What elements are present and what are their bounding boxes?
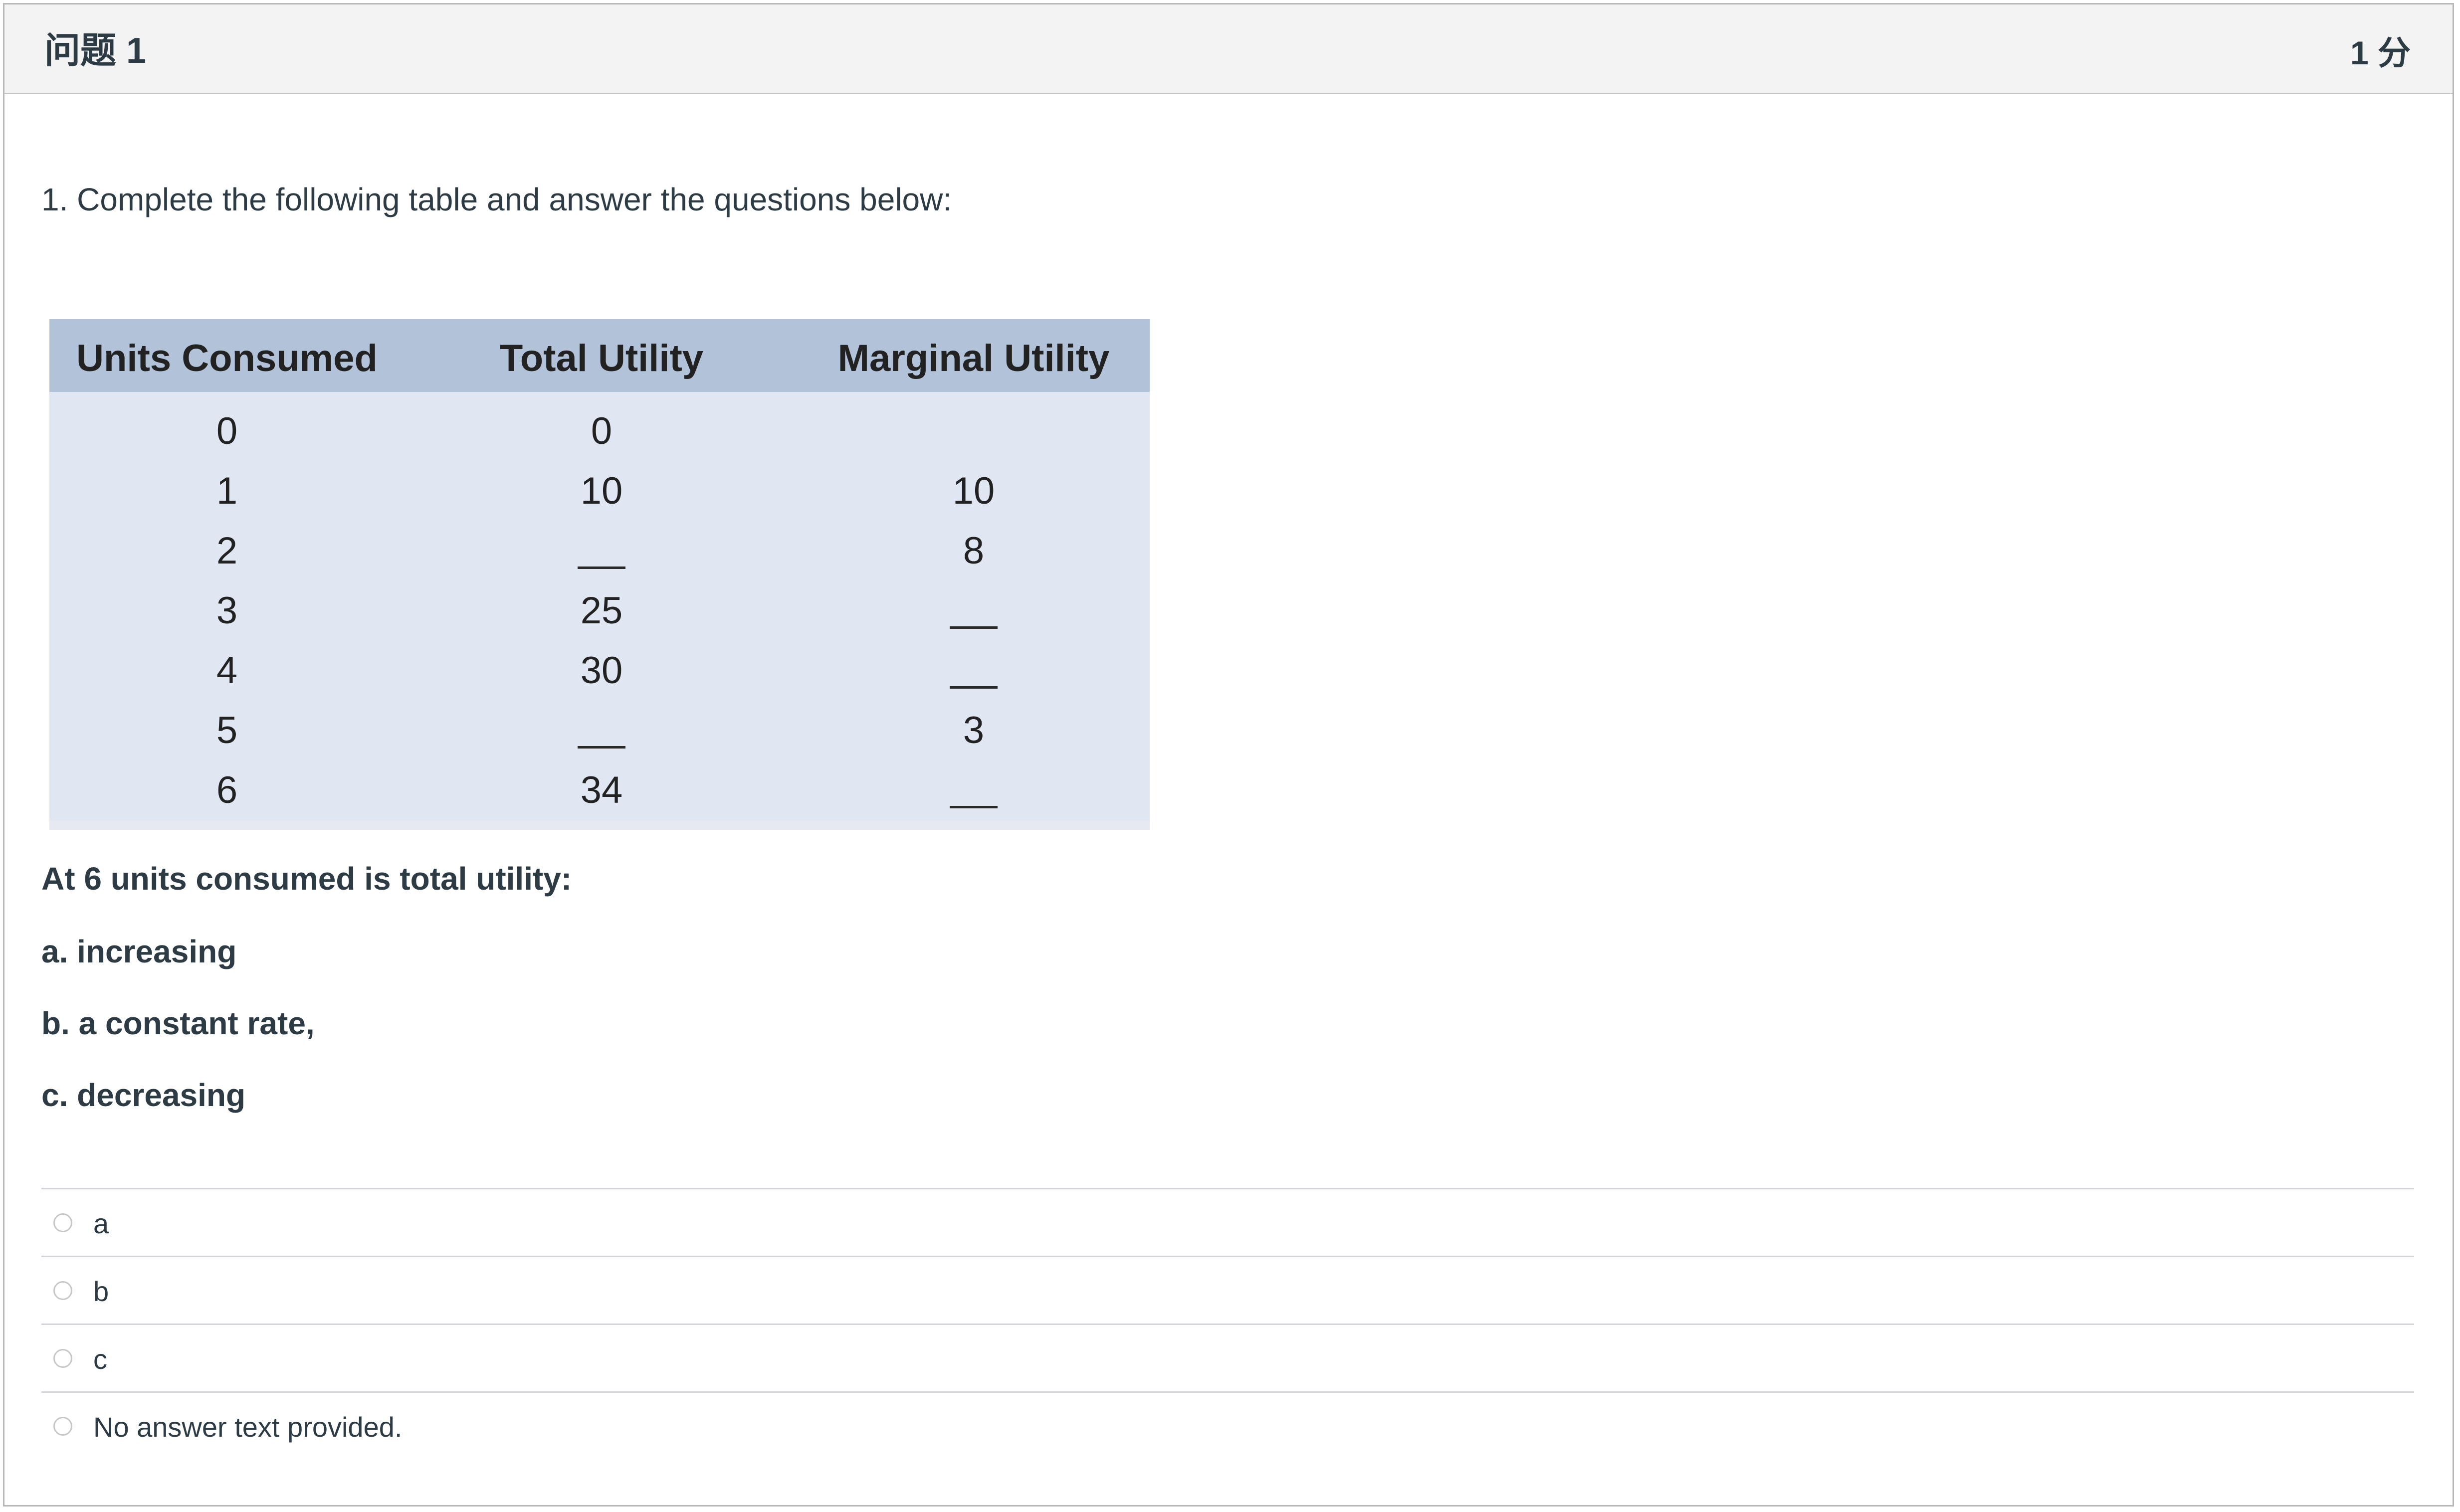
blank-cell-marginal: [950, 626, 998, 629]
header-marginal-utility: Marginal Utility: [837, 337, 1110, 379]
cell-total: 34: [580, 769, 623, 811]
question-header: 问题 1 1 分: [4, 4, 2453, 94]
stem-question: At 6 units consumed is total utility:: [41, 861, 572, 897]
cell-units: 5: [216, 709, 238, 752]
cell-marginal: 3: [963, 709, 985, 752]
blank-cell-marginal: [950, 686, 998, 689]
answer-label: b: [93, 1276, 109, 1307]
answer-label: c: [93, 1343, 107, 1375]
header-total-utility: Total Utility: [499, 337, 704, 379]
cell-marginal: 8: [963, 530, 985, 572]
cell-units: 0: [216, 410, 238, 452]
question-points: 1 分: [2350, 34, 2411, 71]
cell-units: 1: [216, 470, 238, 512]
blank-cell-total: [578, 746, 625, 749]
blank-cell-marginal: [950, 806, 998, 808]
stem-option-a: a. increasing: [41, 934, 237, 969]
answer-option-c[interactable]: c: [41, 1325, 2414, 1393]
question-prompt: 1. Complete the following table and answ…: [41, 182, 952, 217]
cell-units: 2: [216, 530, 238, 572]
radio-button[interactable]: [53, 1281, 72, 1300]
answer-option-a[interactable]: a: [41, 1189, 2414, 1257]
radio-button[interactable]: [53, 1213, 72, 1232]
cell-total: 10: [580, 470, 623, 512]
question-title: 问题 1: [44, 31, 147, 71]
answer-label: a: [93, 1208, 109, 1239]
blank-cell-total: [578, 567, 625, 569]
cell-total: 25: [580, 589, 623, 632]
cell-units: 3: [216, 589, 238, 632]
cell-total: 0: [591, 410, 613, 452]
stem-option-c: c. decreasing: [41, 1077, 246, 1113]
utility-table: Units Consumed Total Utility Marginal Ut…: [49, 319, 1150, 830]
cell-marginal: 10: [952, 470, 995, 512]
cell-units: 4: [216, 649, 238, 692]
stem-option-b: b. a constant rate,: [41, 1005, 315, 1041]
answer-list: a b c No answer text provided.: [41, 1188, 2414, 1461]
utility-table-header: Units Consumed Total Utility Marginal Ut…: [49, 319, 1150, 392]
answer-label: No answer text provided.: [93, 1411, 403, 1443]
radio-button[interactable]: [53, 1349, 72, 1368]
cell-units: 6: [216, 769, 238, 811]
radio-button[interactable]: [53, 1417, 72, 1436]
header-units-consumed: Units Consumed: [76, 337, 378, 379]
cell-total: 30: [580, 649, 623, 692]
answer-option-none[interactable]: No answer text provided.: [41, 1393, 2414, 1461]
answer-option-b[interactable]: b: [41, 1257, 2414, 1325]
